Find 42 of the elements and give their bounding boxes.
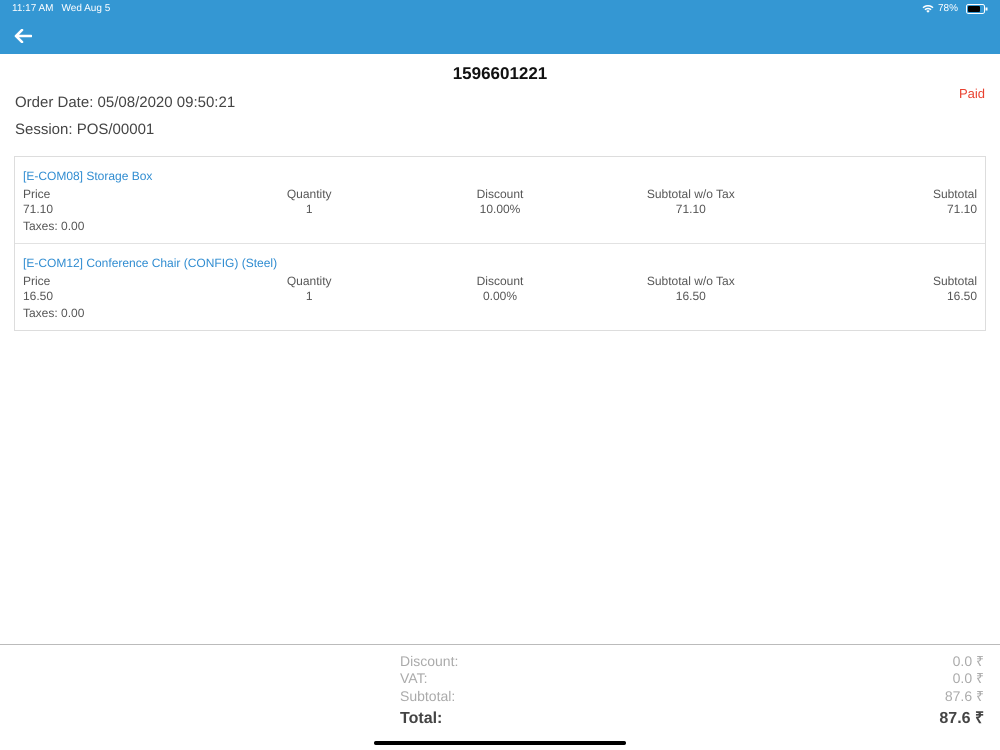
status-time: 11:17 AM [12, 3, 54, 14]
field-value: 71.10 [676, 202, 706, 216]
field-label: Price [23, 274, 50, 288]
field-label: Quantity [286, 274, 332, 288]
back-button[interactable] [12, 26, 34, 44]
field-value: 1 [306, 202, 313, 216]
field-label: Subtotal [932, 187, 977, 201]
battery-percent: 78% [938, 3, 958, 14]
order-number: 1596601221 [452, 64, 548, 84]
total-label: Subtotal: [400, 688, 456, 705]
total-value: 0.0 ₹ [952, 652, 984, 670]
field-label: Price [23, 187, 50, 201]
field-value: 16.50 [23, 289, 54, 303]
wifi-icon [922, 4, 934, 13]
total-value: 0.0 ₹ [952, 670, 984, 688]
field-label: Discount [476, 274, 524, 288]
field-label: Quantity [286, 187, 332, 201]
field-value: 10.00% [480, 202, 520, 216]
field-value: 1 [306, 289, 313, 303]
field-label: Subtotal w/o Tax [646, 187, 735, 201]
session-label: Session: POS/00001 [15, 121, 156, 138]
total-value: 87.6 ₹ [944, 688, 984, 705]
total-value: 87.6 ₹ [939, 709, 984, 729]
total-label: Discount: [400, 652, 458, 670]
status-date: Wed Aug 5 [62, 3, 110, 14]
field-value: 16.50 [676, 289, 706, 303]
taxes-text: Taxes: 0.00 [23, 219, 86, 233]
total-label: VAT: [400, 670, 428, 688]
product-name: [E-COM12] Conference Chair (CONFIG) (Steel) [23, 256, 278, 270]
order-state: Paid [958, 86, 985, 103]
field-value: 71.10 [23, 202, 54, 216]
taxes-text: Taxes: 0.00 [23, 306, 86, 320]
field-value: 16.50 [946, 289, 977, 303]
product-name: [E-COM08] Storage Box [23, 169, 154, 183]
battery-icon [966, 4, 988, 14]
field-value: 71.10 [946, 202, 977, 216]
total-label: Total: [400, 709, 442, 729]
order-date: Order Date: 05/08/2020 09:50:21 [15, 94, 236, 111]
field-label: Discount [476, 187, 524, 201]
field-label: Subtotal [932, 274, 977, 288]
field-value: 0.00% [482, 289, 517, 303]
field-label: Subtotal w/o Tax [646, 274, 735, 288]
